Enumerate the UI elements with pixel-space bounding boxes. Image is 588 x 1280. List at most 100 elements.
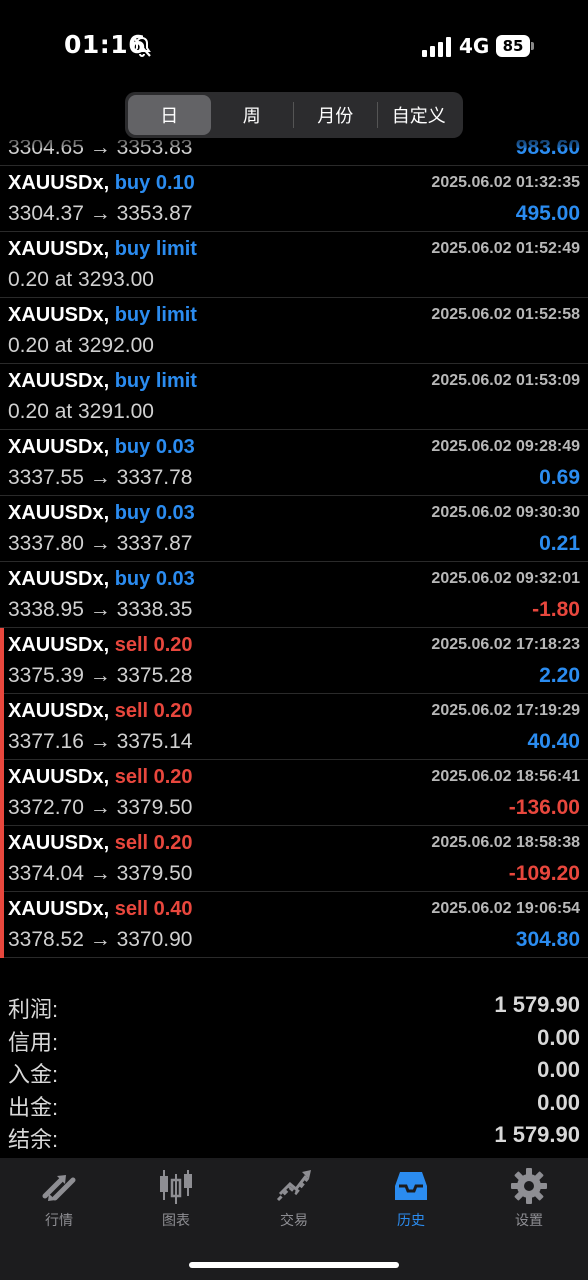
order-row[interactable]: XAUUSDx, buy limit 2025.06.02 01:53:09 0.2… [0,364,588,430]
summary-label: 入金: [8,1062,59,1087]
order-side: buy [114,172,151,194]
summary-label: 利润: [8,997,59,1022]
order-symbol: XAUUSDx, [8,832,110,854]
gear-icon [511,1168,547,1204]
order-time: 2025.06.02 17:18:23 [431,636,580,653]
order-time: 2025.06.02 09:30:30 [431,504,580,521]
order-prices: 3304.37 → 3353.87 [8,202,193,225]
tab-day[interactable]: 日 [128,95,211,135]
tab-history[interactable]: 历史 [352,1166,470,1236]
order-time: 2025.06.02 01:52:49 [431,240,580,257]
order-title: XAUUSDx, sell 0.40 [8,898,193,921]
sell-indicator-bar [0,760,4,826]
order-symbol: XAUUSDx, [8,634,110,656]
order-side: buy [114,304,151,326]
order-side: sell [114,766,149,788]
order-title: XAUUSDx, buy limit [8,238,197,261]
summary-value: 0.00 [537,1024,580,1050]
bell-slash-icon [133,36,151,57]
sell-indicator-bar [0,694,4,760]
order-prices: 0.20 at 3291.00 [8,400,154,423]
order-detail: 0.20 [153,700,193,722]
order-time: 2025.06.02 09:32:01 [431,570,580,587]
order-symbol: XAUUSDx, [8,502,110,524]
order-symbol: XAUUSDx, [8,172,110,194]
order-row[interactable]: XAUUSDx, buy limit 2025.06.02 01:52:58 0.2… [0,298,588,364]
order-row[interactable]: XAUUSDx, buy 0.10 2025.06.02 01:32:35 3304… [0,166,588,232]
tab-quotes-label: 行情 [45,1212,73,1228]
order-row[interactable]: XAUUSDx, sell 0.20 2025.06.02 18:56:41 337… [0,760,588,826]
order-side: sell [114,832,149,854]
order-symbol: XAUUSDx, [8,766,110,788]
order-prices: 3378.52 → 3370.90 [8,928,193,951]
tab-custom[interactable]: 自定义 [378,95,461,135]
sell-indicator-bar [0,826,4,892]
tab-charts[interactable]: 图表 [117,1166,235,1236]
order-prices: 3374.04 → 3379.50 [8,862,193,885]
order-title: XAUUSDx, buy 0.03 [8,436,195,459]
sell-indicator-bar [0,892,4,958]
order-side: sell [114,898,149,920]
summary-value: 0.00 [537,1089,580,1115]
order-profit: 40.40 [527,730,580,753]
summary-row: 出金: 0.00 [0,1088,588,1121]
tab-month[interactable]: 月份 [294,95,377,135]
order-detail: limit [155,238,197,260]
order-prices: 3338.95 → 3338.35 [8,598,193,621]
order-side: buy [114,502,151,524]
order-title: XAUUSDx, buy limit [8,304,197,327]
order-prices: 3377.16 → 3375.14 [8,730,193,753]
sell-indicator-bar [0,628,4,694]
tab-week[interactable]: 周 [211,95,294,135]
order-row[interactable]: XAUUSDx, buy 0.03 2025.06.02 09:28:49 3337… [0,430,588,496]
order-prices: 0.20 at 3293.00 [8,268,154,291]
order-side: sell [114,700,149,722]
order-title: XAUUSDx, buy 0.10 [8,172,195,195]
period-selector-bar: 日 周 月份 自定义 [0,90,588,140]
order-detail: 0.40 [153,898,193,920]
tab-quotes[interactable]: 行情 [0,1166,118,1236]
order-prices: 3375.39 → 3375.28 [8,664,193,687]
summary-label: 信用: [8,1029,59,1055]
order-row[interactable]: XAUUSDx, sell 0.20 2025.06.02 17:19:29 337… [0,694,588,760]
order-history-list[interactable]: XAUUSDx, buy 0.202025.06.02 01:27:423304… [0,126,588,986]
battery-level: 85 [496,35,530,57]
order-side: buy [114,238,151,260]
summary-value: 1 579.90 [494,1122,580,1147]
order-title: XAUUSDx, buy limit [8,370,197,393]
battery-icon: 85 [496,35,534,57]
order-prices: 0.20 at 3292.00 [8,334,154,357]
order-profit: 495.00 [515,202,580,225]
order-row[interactable]: XAUUSDx, buy 0.03 2025.06.02 09:32:01 3338… [0,562,588,628]
tab-settings[interactable]: 设置 [470,1166,588,1236]
order-row[interactable]: XAUUSDx, buy limit 2025.06.02 01:52:49 0.2… [0,232,588,298]
order-time: 2025.06.02 18:58:38 [431,834,580,851]
network-label: 4G [459,34,490,58]
tab-trade-label: 交易 [280,1212,308,1228]
order-time: 2025.06.02 09:28:49 [431,438,580,455]
tab-trade[interactable]: 交易 [235,1166,353,1236]
account-summary: 利润: 1 579.90 信用: 0.00 入金: 0.00 出金: 0.00 结余: 1 579… [0,990,588,1153]
order-time: 2025.06.02 19:06:54 [431,900,580,917]
order-time: 2025.06.02 17:19:29 [431,702,580,719]
order-detail: 0.20 [153,634,193,656]
order-prices: 3372.70 → 3379.50 [8,796,193,819]
order-row[interactable]: XAUUSDx, buy 0.03 2025.06.02 09:30:30 3337… [0,496,588,562]
order-symbol: XAUUSDx, [8,370,110,392]
order-row[interactable]: XAUUSDx, sell 0.20 2025.06.02 18:58:38 337… [0,826,588,892]
tab-charts-label: 图表 [162,1212,190,1228]
summary-row: 结余: 1 579.90 [0,1120,588,1153]
order-time: 2025.06.02 18:56:41 [431,768,580,785]
order-side: buy [114,370,151,392]
signal-icon [422,37,451,57]
order-row[interactable]: XAUUSDx, sell 0.40 2025.06.02 19:06:54 337… [0,892,588,958]
home-indicator [189,1262,399,1268]
order-title: XAUUSDx, sell 0.20 [8,634,193,657]
order-profit: -1.80 [532,598,580,621]
order-profit: 0.69 [539,466,580,489]
order-title: XAUUSDx, sell 0.20 [8,766,193,789]
order-title: XAUUSDx, buy 0.03 [8,568,195,591]
order-time: 2025.06.02 01:53:09 [431,372,580,389]
summary-label: 出金: [8,1094,59,1120]
order-row[interactable]: XAUUSDx, sell 0.20 2025.06.02 17:18:23 337… [0,628,588,694]
